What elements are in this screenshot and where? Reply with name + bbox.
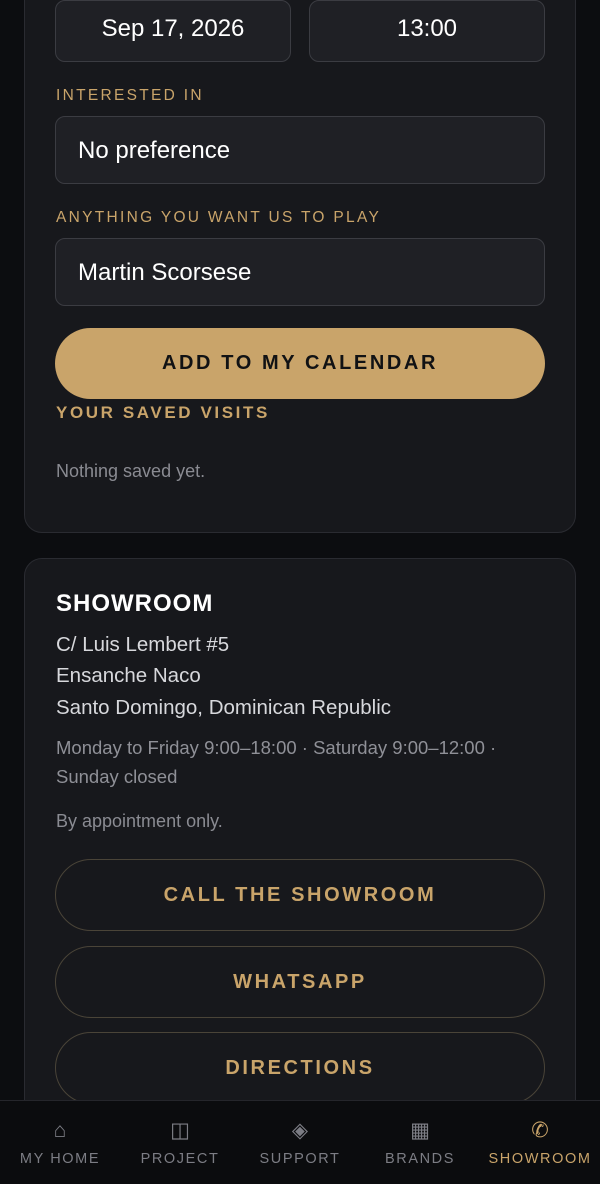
add-to-calendar-button[interactable]: ADD TO MY CALENDAR [55, 328, 545, 399]
interested-select[interactable]: No preference [55, 116, 545, 184]
play-label: ANYTHING YOU WANT US TO PLAY [56, 209, 382, 226]
support-icon: ◈ [291, 1119, 309, 1142]
tab-label: BRANDS [384, 1151, 456, 1167]
project-icon: ◫ [170, 1119, 190, 1142]
tab-showroom[interactable]: ✆ SHOWROOM [480, 1101, 600, 1184]
time-field[interactable]: 13:00 [309, 0, 545, 62]
tab-label: SHOWROOM [488, 1151, 592, 1167]
whatsapp-button[interactable]: WHATSAPP [55, 946, 545, 1018]
tab-project[interactable]: ◫ PROJECT [120, 1101, 240, 1184]
screen: Sep 17, 2026 13:00 INTERESTED IN No pref… [0, 0, 600, 1184]
home-icon: ⌂ [53, 1119, 67, 1142]
interested-label: INTERESTED IN [56, 87, 204, 104]
address-line-2: Ensanche Naco [56, 664, 201, 687]
play-input[interactable]: Martin Scorsese [55, 238, 545, 306]
appointment-note: By appointment only. [56, 811, 223, 831]
saved-visits-empty: Nothing saved yet. [56, 461, 206, 481]
tab-support[interactable]: ◈ SUPPORT [240, 1101, 360, 1184]
saved-visits-title: YOUR SAVED VISITS [56, 403, 270, 422]
call-showroom-button[interactable]: CALL THE SHOWROOM [55, 859, 545, 931]
brands-icon: ▦ [410, 1119, 430, 1142]
opening-hours: Monday to Friday 9:00–18:00 · Saturday 9… [56, 737, 497, 787]
tab-brands[interactable]: ▦ BRANDS [360, 1101, 480, 1184]
showroom-icon: ✆ [531, 1119, 549, 1142]
directions-button[interactable]: DIRECTIONS [55, 1032, 545, 1104]
tab-label: SUPPORT [259, 1151, 341, 1167]
tab-label: MY HOME [19, 1151, 101, 1167]
address-line-3: Santo Domingo, Dominican Republic [56, 696, 392, 719]
tab-my-home[interactable]: ⌂ MY HOME [0, 1101, 120, 1184]
tab-label: PROJECT [140, 1151, 220, 1167]
date-field[interactable]: Sep 17, 2026 [55, 0, 291, 62]
showroom-title: SHOWROOM [56, 590, 214, 617]
bottom-tab-bar: ⌂ MY HOME ◫ PROJECT ◈ SUPPORT ▦ BRANDS ✆… [0, 1100, 600, 1184]
address-line-1: C/ Luis Lembert #5 [56, 633, 230, 656]
